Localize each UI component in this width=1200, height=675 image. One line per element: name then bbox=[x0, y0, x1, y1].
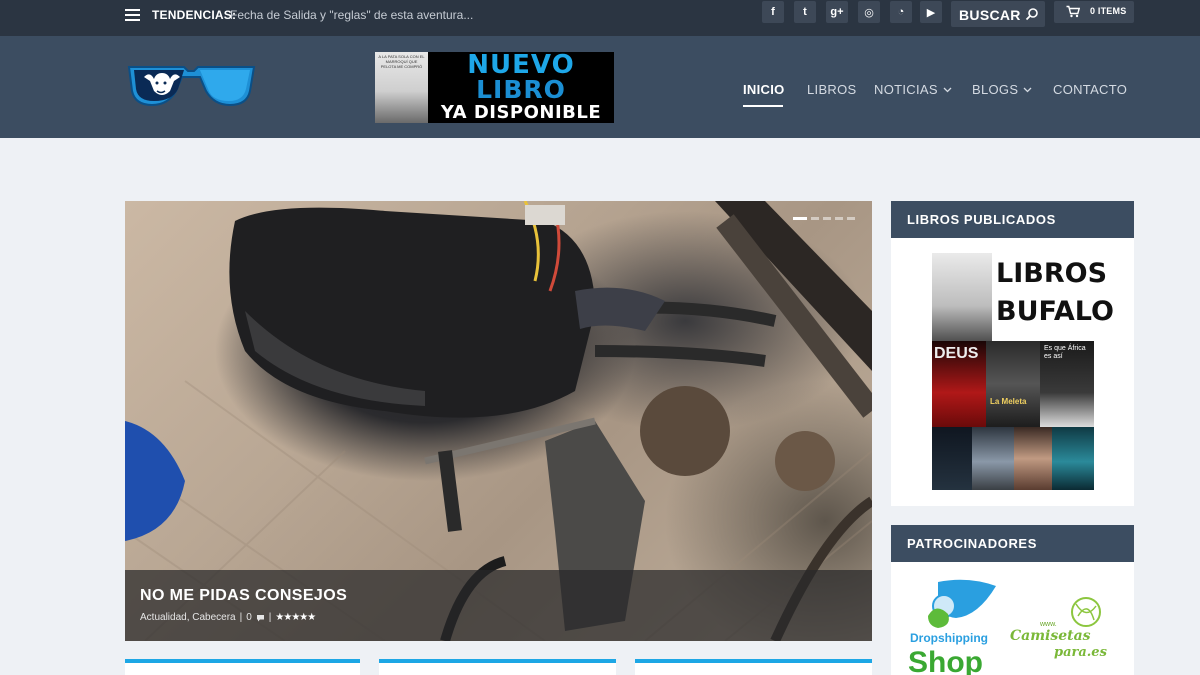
slider-pagination bbox=[793, 217, 855, 220]
facebook-icon[interactable]: f bbox=[762, 1, 784, 23]
book-cover: DEUS bbox=[932, 341, 986, 427]
nav-item-noticias[interactable]: NOTICIAS bbox=[874, 82, 952, 97]
meta-separator: | bbox=[268, 612, 272, 623]
book-cover bbox=[1052, 427, 1094, 490]
search-box[interactable]: BUSCAR bbox=[951, 1, 1045, 27]
post-card[interactable] bbox=[379, 659, 616, 675]
cart-icon bbox=[1066, 5, 1080, 18]
slide-categories-link[interactable]: Actualidad, Cabecera bbox=[140, 612, 236, 623]
slider-dot[interactable] bbox=[823, 217, 831, 220]
slide-meta: Actualidad, Cabecera | 0 | ★★★★★ bbox=[140, 612, 316, 623]
top-bar: TENDENCIAS: Fecha de Salida y "reglas" d… bbox=[0, 0, 1200, 36]
book-cover bbox=[1014, 427, 1052, 490]
book-cover-text: A LA PATA SOLA CON EL MARROQUÍ QUE PELOT… bbox=[378, 54, 425, 69]
search-icon[interactable] bbox=[1025, 7, 1039, 21]
site-header: A LA PATA SOLA CON EL MARROQUÍ QUE PELOT… bbox=[0, 36, 1200, 138]
sponsor-2-line-3: para.es bbox=[1054, 645, 1108, 660]
banner-line-3: YA DISPONIBLE bbox=[440, 102, 602, 123]
book-cover bbox=[932, 427, 972, 490]
meta-separator: | bbox=[239, 612, 243, 623]
widget-title: PATROCINADORES bbox=[907, 536, 1037, 551]
widget-header: PATROCINADORES bbox=[891, 525, 1134, 562]
sponsor-1-line-1: Dropshipping bbox=[910, 631, 988, 645]
sponsor-2-line-2: Camisetas bbox=[1010, 628, 1091, 644]
nav-active-indicator bbox=[743, 105, 783, 107]
trending-label: TENDENCIAS: bbox=[152, 8, 237, 22]
featured-slider[interactable]: NO ME PIDAS CONSEJOS Actualidad, Cabecer… bbox=[125, 201, 872, 641]
nav-item-blogs[interactable]: BLOGS bbox=[972, 82, 1032, 97]
comment-icon bbox=[256, 614, 264, 621]
chevron-down-icon bbox=[943, 87, 952, 92]
book-title: DEUS bbox=[934, 345, 979, 362]
nav-item-inicio[interactable]: INICIO bbox=[743, 82, 785, 97]
slide-caption: NO ME PIDAS CONSEJOS Actualidad, Cabecer… bbox=[125, 570, 872, 641]
site-logo[interactable] bbox=[126, 61, 256, 107]
banner-line-2: LIBRO bbox=[476, 75, 566, 104]
search-label: BUSCAR bbox=[959, 7, 1021, 23]
slider-dot[interactable] bbox=[835, 217, 843, 220]
rss-icon[interactable]: ◔ bbox=[890, 1, 912, 23]
book-cover-thumbnail: A LA PATA SOLA CON EL MARROQUÍ QUE PELOT… bbox=[375, 52, 428, 123]
book-title: La Meleta bbox=[990, 397, 1027, 406]
widget-title: LIBROS PUBLICADOS bbox=[907, 212, 1056, 227]
book-cover bbox=[972, 427, 1014, 490]
sponsors-image[interactable]: Dropshipping Shop www. Camisetas para.es bbox=[908, 576, 1118, 675]
new-book-banner[interactable]: A LA PATA SOLA CON EL MARROQUÍ QUE PELOT… bbox=[375, 52, 614, 123]
trending-headline-link[interactable]: Fecha de Salida y "reglas" de esta avent… bbox=[230, 8, 473, 22]
book-cover: La Meleta bbox=[986, 341, 1040, 427]
nav-item-libros[interactable]: LIBROS bbox=[807, 82, 856, 97]
chevron-down-icon bbox=[1023, 87, 1032, 92]
slide-title-link[interactable]: NO ME PIDAS CONSEJOS bbox=[140, 587, 347, 605]
books-heading-1: LIBROS bbox=[996, 258, 1108, 289]
books-heading-2: BUFALO bbox=[996, 296, 1114, 327]
slider-dot[interactable] bbox=[811, 217, 819, 220]
google-plus-icon[interactable]: g+ bbox=[826, 1, 848, 23]
sponsors-widget: PATROCINADORES Dropshipping Shop www. Ca… bbox=[891, 525, 1134, 675]
youtube-icon[interactable]: ▶ bbox=[920, 1, 942, 23]
post-card[interactable] bbox=[635, 659, 872, 675]
post-card[interactable] bbox=[125, 659, 360, 675]
slider-dot[interactable] bbox=[847, 217, 855, 220]
twitter-icon[interactable]: t bbox=[794, 1, 816, 23]
book-title: Es que África es así bbox=[1044, 345, 1086, 360]
books-widget: LIBROS PUBLICADOS LIBROS BUFALO DEUS La … bbox=[891, 201, 1134, 506]
rating-stars-icon: ★★★★★ bbox=[275, 612, 316, 623]
widget-header: LIBROS PUBLICADOS bbox=[891, 201, 1134, 238]
book-cover bbox=[932, 253, 992, 341]
sponsor-2-line-1: www. bbox=[1039, 621, 1057, 628]
menu-icon[interactable] bbox=[125, 9, 140, 21]
comment-count[interactable]: 0 bbox=[246, 612, 252, 623]
sponsor-1-line-2: Shop bbox=[908, 646, 983, 675]
cart-count: 0 ITEMS bbox=[1090, 6, 1127, 16]
nav-item-contacto[interactable]: CONTACTO bbox=[1053, 82, 1127, 97]
cart-button[interactable]: 0 ITEMS bbox=[1054, 1, 1134, 23]
instagram-icon[interactable]: ◎ bbox=[858, 1, 880, 23]
books-collage-image[interactable]: LIBROS BUFALO DEUS La Meleta Es que Áfri… bbox=[932, 253, 1114, 490]
book-cover: Es que África es así bbox=[1040, 341, 1094, 427]
slider-dot[interactable] bbox=[793, 217, 807, 220]
